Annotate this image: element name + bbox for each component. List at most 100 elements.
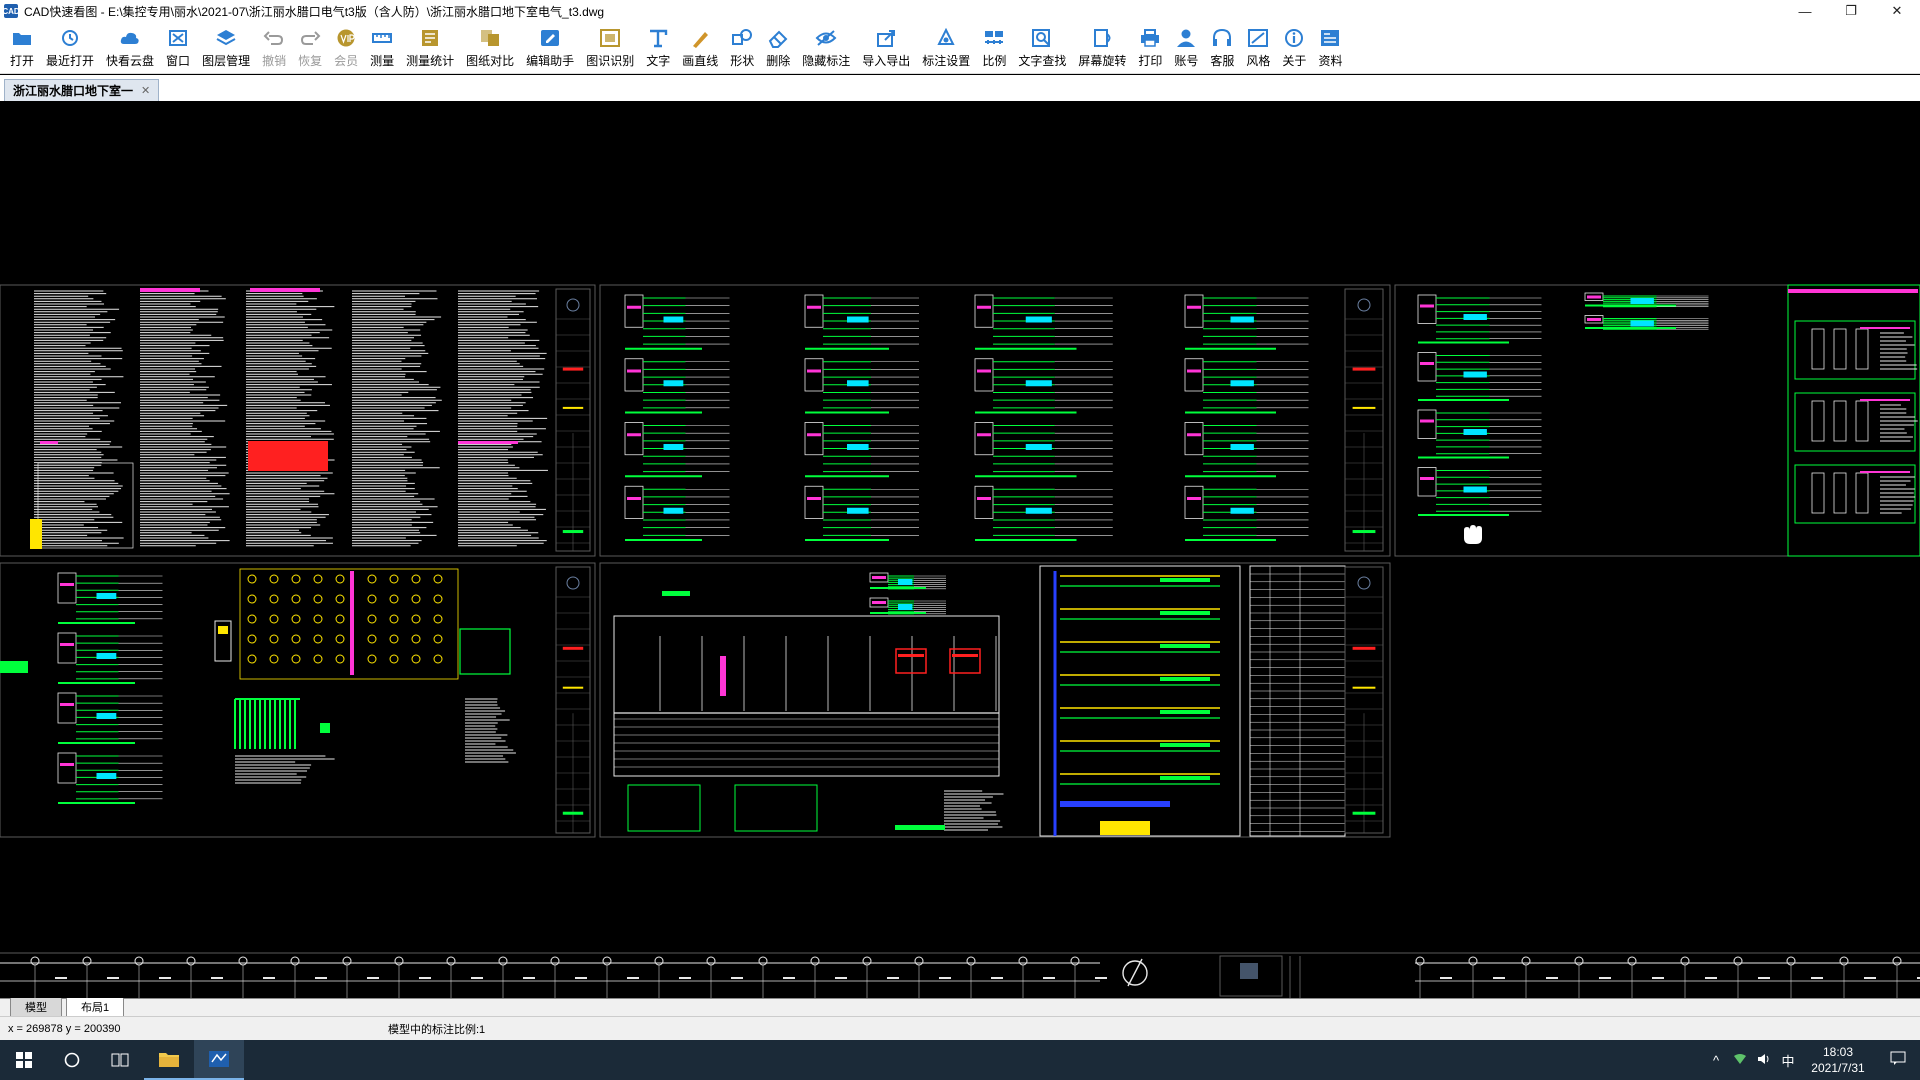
style-icon	[1247, 28, 1269, 48]
toolbar-delete-button[interactable]: 删除	[760, 23, 796, 73]
sheet-single-line-diagram	[599, 562, 1391, 838]
task-view-icon[interactable]	[96, 1040, 144, 1080]
toolbar-style-button[interactable]: 风格	[1240, 23, 1276, 73]
tab-model[interactable]: 模型	[10, 998, 62, 1017]
ime-indicator[interactable]: 中	[1776, 1051, 1800, 1070]
undo-icon	[263, 28, 285, 48]
toolbar-label: 打开	[10, 54, 35, 68]
toolbar-rotate-button[interactable]: 屏幕旋转	[1072, 23, 1132, 73]
toolbar-measure-button[interactable]: 测量	[364, 23, 400, 73]
toolbar-label: 测量统计	[406, 54, 455, 68]
toolbar-label: 会员	[334, 54, 359, 68]
app-logo-icon: CAD	[2, 4, 20, 18]
vip-icon	[335, 28, 357, 48]
clock-time: 18:03	[1822, 1045, 1854, 1059]
window-title: CAD快速看图 - E:\集控专用\丽水\2021-07\浙江丽水腊口电气t3版…	[24, 4, 605, 19]
cortana-circle-icon[interactable]	[48, 1040, 96, 1080]
drawing-canvas[interactable]	[0, 101, 1920, 998]
scale-icon	[983, 28, 1005, 48]
toolbar-draw-line-button[interactable]: 画直线	[676, 23, 724, 73]
document-tab[interactable]: 浙江丽水腊口地下室一 ✕	[4, 79, 160, 101]
tab-layout1[interactable]: 布局1	[66, 998, 125, 1017]
toolbar-import-export-button[interactable]: 导入导出	[856, 23, 916, 73]
toolbar-compare-button[interactable]: 图纸对比	[460, 23, 520, 73]
eye-icon	[815, 28, 837, 48]
redo-icon	[299, 28, 321, 48]
hand-cursor-icon	[1464, 525, 1482, 544]
annotation-scale-text: 模型中的标注比例:1	[388, 1023, 486, 1036]
cad-viewer-icon[interactable]	[194, 1040, 244, 1080]
toolbar-layers-button[interactable]: 图层管理	[196, 23, 256, 73]
title-bar: CAD CAD快速看图 - E:\集控专用\丽水\2021-07\浙江丽水腊口电…	[0, 0, 1920, 22]
toolbar-label: 比例	[982, 54, 1007, 68]
toolbar-label: 快看云盘	[106, 54, 155, 68]
toolbar-label: 窗口	[166, 54, 191, 68]
clock-date: 2021/7/31	[1811, 1061, 1865, 1075]
network-icon[interactable]	[1728, 1053, 1752, 1068]
sheet-system-diagrams	[599, 284, 1391, 557]
close-button[interactable]: ✕	[1874, 0, 1920, 22]
toolbar-cloud-button[interactable]: 快看云盘	[100, 23, 160, 73]
cloud-icon	[119, 28, 141, 48]
notification-icon[interactable]	[1876, 1051, 1920, 1069]
document-tab-label: 浙江丽水腊口地下室一	[13, 84, 134, 98]
toolbar-hide-annot-button[interactable]: 隐藏标注	[796, 23, 856, 73]
toolbar-label: 打印	[1138, 54, 1163, 68]
pen-icon	[689, 28, 711, 48]
minimize-button[interactable]: —	[1782, 0, 1828, 22]
edit-assistant-icon	[539, 28, 561, 48]
toolbar-measure-stats-button[interactable]: 测量统计	[400, 23, 460, 73]
toolbar-label: 图层管理	[202, 54, 251, 68]
toolbar-annot-settings-button[interactable]: 标注设置	[916, 23, 976, 73]
shape-icon	[731, 28, 753, 48]
layout-tabs: 模型 布局1	[0, 998, 1920, 1017]
main-toolbar: 打开 最近打开 快看云盘 窗口 图层管理 撤销 恢复 会员 测量 测量统计 图纸对比 编辑助手 图识识别…	[0, 22, 1920, 74]
toolbar-label: 屏幕旋转	[1078, 54, 1127, 68]
toolbar-label: 删除	[766, 54, 791, 68]
clock[interactable]: 18:03 2021/7/31	[1800, 1044, 1876, 1076]
toolbar-redo-button[interactable]: 恢复	[292, 23, 328, 73]
toolbar-label: 关于	[1282, 54, 1307, 68]
toolbar-support-button[interactable]: 客服	[1204, 23, 1240, 73]
toolbar-recognize-button[interactable]: 图识识别	[580, 23, 640, 73]
toolbar-label: 风格	[1246, 54, 1271, 68]
tray-chevron-icon[interactable]: ^	[1704, 1053, 1728, 1068]
document-tab-strip: 浙江丽水腊口地下室一 ✕	[0, 75, 1920, 101]
toolbar-label: 图纸对比	[466, 54, 515, 68]
toolbar-recent-button[interactable]: 最近打开	[40, 23, 100, 73]
toolbar-label: 图识识别	[586, 54, 635, 68]
toolbar-label: 资料	[1318, 54, 1343, 68]
toolbar-undo-button[interactable]: 撤销	[256, 23, 292, 73]
toolbar-label: 恢复	[298, 54, 323, 68]
toolbar-resources-button[interactable]: 资料	[1312, 23, 1348, 73]
toolbar-shape-button[interactable]: 形状	[724, 23, 760, 73]
cursor-coordinates: x = 269878 y = 200390	[8, 1022, 121, 1035]
toolbar-account-button[interactable]: 账号	[1168, 23, 1204, 73]
toolbar-open-button[interactable]: 打开	[4, 23, 40, 73]
toolbar-text-search-button[interactable]: 文字查找	[1012, 23, 1072, 73]
toolbar-label: 编辑助手	[526, 54, 575, 68]
headset-icon	[1211, 28, 1233, 48]
printer-icon	[1139, 28, 1161, 48]
system-tray: ^ 中 18:03 2021/7/31	[1704, 1040, 1920, 1080]
eraser-icon	[767, 28, 789, 48]
cad-drawing[interactable]	[0, 101, 1920, 998]
windows-start-icon[interactable]	[0, 1040, 48, 1080]
file-explorer-icon[interactable]	[144, 1040, 194, 1080]
toolbar-text-button[interactable]: 文字	[640, 23, 676, 73]
toolbar-scale-button[interactable]: 比例	[976, 23, 1012, 73]
import-export-icon	[875, 28, 897, 48]
toolbar-about-button[interactable]: 关于	[1276, 23, 1312, 73]
toolbar-edit-assistant-button[interactable]: 编辑助手	[520, 23, 580, 73]
text-icon	[647, 28, 669, 48]
window-icon	[167, 28, 189, 48]
compare-icon	[479, 28, 501, 48]
toolbar-window-button[interactable]: 窗口	[160, 23, 196, 73]
volume-icon[interactable]	[1752, 1053, 1776, 1068]
folder-icon	[11, 28, 33, 48]
toolbar-print-button[interactable]: 打印	[1132, 23, 1168, 73]
maximize-button[interactable]: ❐	[1828, 0, 1874, 22]
ruler-icon	[371, 28, 393, 48]
tab-close-icon[interactable]: ✕	[141, 84, 150, 97]
toolbar-vip-button[interactable]: 会员	[328, 23, 364, 73]
